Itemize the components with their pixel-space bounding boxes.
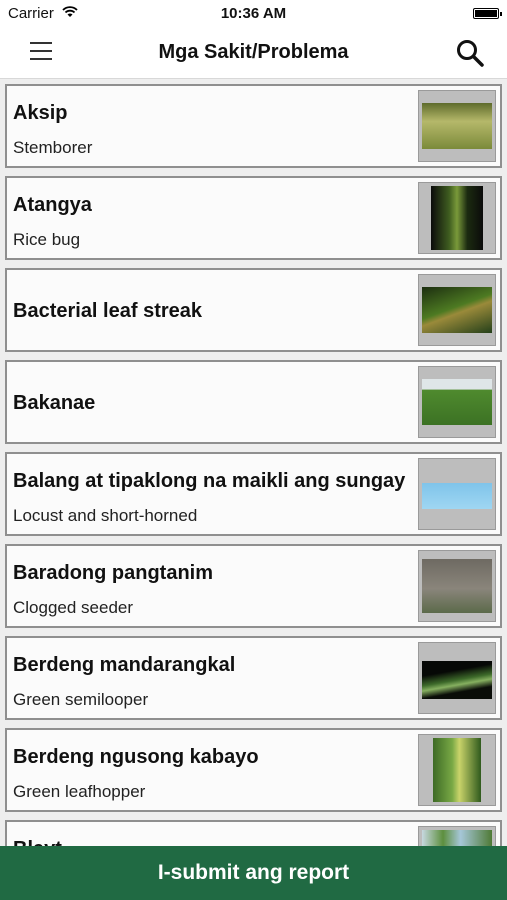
list-item[interactable]: Baradong pangtanim Clogged seeder (5, 544, 502, 628)
list-item[interactable]: Bakanae (5, 360, 502, 444)
item-name: Berdeng ngusong kabayo (13, 746, 259, 768)
item-thumbnail (418, 826, 496, 846)
list-item[interactable]: Berdeng mandarangkal Green semilooper (5, 636, 502, 720)
item-thumbnail (418, 458, 496, 530)
search-icon[interactable] (455, 38, 485, 68)
list-item[interactable]: Atangya Rice bug (5, 176, 502, 260)
item-thumbnail (418, 642, 496, 714)
list-item[interactable]: Bacterial leaf streak (5, 268, 502, 352)
item-name: Bakanae (13, 392, 96, 414)
item-thumbnail (418, 366, 496, 438)
submit-report-button[interactable]: I-submit ang report (0, 846, 507, 900)
list-item[interactable]: Aksip Stemborer (5, 84, 502, 168)
list-item[interactable]: Berdeng ngusong kabayo Green leafhopper (5, 728, 502, 812)
battery-icon (473, 8, 502, 19)
item-name: Balang at tipaklong na maikli ang sungay (13, 470, 406, 492)
item-thumbnail (418, 182, 496, 254)
app-header: Mga Sakit/Problema (0, 28, 507, 79)
item-subtitle: Stemborer (13, 138, 93, 157)
item-name: Blayt (13, 838, 62, 846)
item-thumbnail (418, 734, 496, 806)
item-subtitle: Green semilooper (13, 690, 149, 709)
item-name: Berdeng mandarangkal (13, 654, 236, 676)
item-thumbnail (418, 274, 496, 346)
item-subtitle: Clogged seeder (13, 598, 134, 617)
item-name: Aksip (13, 102, 68, 124)
item-subtitle: Green leafhopper (13, 782, 146, 801)
clock: 10:36 AM (220, 5, 287, 22)
item-subtitle: Rice bug (13, 230, 81, 249)
list-item[interactable]: Blayt (5, 820, 502, 846)
item-name: Atangya (13, 194, 92, 216)
page-title: Mga Sakit/Problema (158, 41, 349, 63)
list-item[interactable]: Balang at tipaklong na maikli ang sungay… (5, 452, 502, 536)
item-thumbnail (418, 90, 496, 162)
status-bar: Carrier 10:36 AM (0, 0, 507, 28)
item-thumbnail (418, 550, 496, 622)
item-subtitle: Locust and short-horned (13, 506, 198, 525)
item-name: Bacterial leaf streak (13, 300, 203, 322)
item-name: Baradong pangtanim (13, 562, 214, 584)
problem-list[interactable]: Aksip Stemborer Atangya Rice bug Bacteri… (0, 80, 507, 846)
